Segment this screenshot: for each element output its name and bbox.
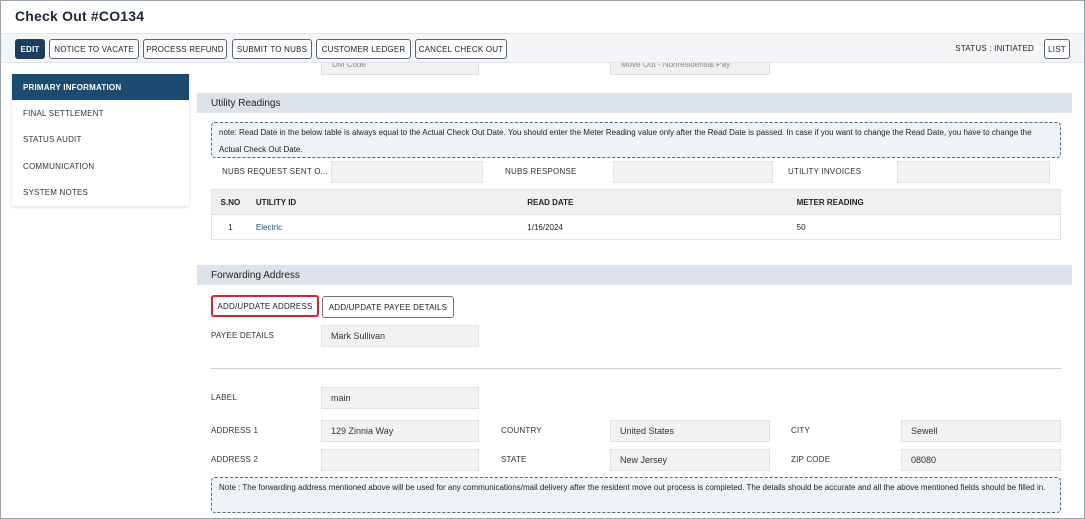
cut-off-field-left[interactable]: DM Code [321, 63, 479, 75]
table-header-row: S.NO UTILITY ID READ DATE METER READING [212, 190, 1060, 214]
add-update-address-button[interactable]: ADD/UPDATE ADDRESS [211, 295, 319, 317]
cell-utility-id[interactable]: Electric [249, 223, 520, 232]
sidebar-item-primary-information[interactable]: PRIMARY INFORMATION [12, 74, 189, 101]
state-label: STATE [501, 455, 527, 464]
nubs-response-field[interactable] [613, 161, 773, 183]
utility-invoices-field[interactable] [897, 161, 1050, 183]
payee-details-label: PAYEE DETAILS [211, 331, 275, 340]
add-update-payee-details-button[interactable]: ADD/UPDATE PAYEE DETAILS [322, 296, 454, 318]
city-field[interactable]: Sewell [901, 420, 1061, 442]
sidebar-item-final-settlement[interactable]: FINAL SETTLEMENT [12, 100, 189, 126]
city-label: CITY [791, 426, 811, 435]
address-1-field[interactable]: 129 Zinnia Way [321, 420, 479, 442]
nubs-request-label: NUBS REQUEST SENT O... [222, 167, 328, 176]
page-title: Check Out #CO134 [15, 8, 145, 24]
nubs-request-field[interactable] [331, 161, 483, 183]
cut-off-field-left-value: DM Code [332, 63, 366, 69]
table-row: 1 Electric 1/16/2024 50 [212, 214, 1060, 239]
utility-readings-heading: Utility Readings [197, 93, 1072, 113]
list-button[interactable]: LIST [1044, 39, 1070, 59]
cell-sno: 1 [228, 222, 233, 232]
app-frame: Check Out #CO134 EDIT NOTICE TO VACATE P… [0, 0, 1085, 519]
address-1-label: ADDRESS 1 [211, 426, 259, 435]
utility-table: S.NO UTILITY ID READ DATE METER READING … [211, 189, 1061, 240]
forwarding-note: Note : The forwarding address mentioned … [211, 477, 1061, 513]
utility-invoices-label: UTILITY INVOICES [788, 167, 862, 176]
utility-note: note: Read Date in the below table is al… [211, 122, 1061, 158]
zip-code-field[interactable]: 08080 [901, 449, 1061, 471]
sidebar-item-status-audit[interactable]: STATUS AUDIT [12, 127, 189, 153]
country-field[interactable]: United States [610, 420, 770, 442]
cut-off-field-right-value: Move Out - Nonresidential Pay [621, 63, 730, 69]
notice-to-vacate-button[interactable]: NOTICE TO VACATE [49, 39, 139, 59]
country-label: COUNTRY [501, 426, 542, 435]
main-content: DM Code Move Out - Nonresidential Pay Ut… [197, 63, 1072, 518]
header-meter-reading: METER READING [796, 197, 864, 207]
state-field[interactable]: New Jersey [610, 449, 770, 471]
status-label: STATUS : INITIATED [955, 44, 1034, 53]
edit-button[interactable]: EDIT [15, 39, 45, 59]
cancel-check-out-button[interactable]: CANCEL CHECK OUT [415, 39, 507, 59]
sidebar-item-communication[interactable]: COMMUNICATION [12, 153, 189, 179]
cell-read-date: 1/16/2024 [527, 222, 563, 232]
cut-off-field-right[interactable]: Move Out - Nonresidential Pay [610, 63, 770, 75]
process-refund-button[interactable]: PROCESS REFUND [143, 39, 227, 59]
label-field[interactable]: main [321, 387, 479, 409]
address-2-label: ADDRESS 2 [211, 455, 259, 464]
sidebar: PRIMARY INFORMATION FINAL SETTLEMENT STA… [12, 74, 189, 206]
forwarding-address-heading: Forwarding Address [197, 265, 1072, 285]
label-label: LABEL [211, 393, 237, 402]
header-sno: S.NO [220, 197, 241, 207]
sidebar-item-system-notes[interactable]: SYSTEM NOTES [12, 180, 189, 206]
nubs-response-label: NUBS RESPONSE [505, 167, 577, 176]
header-utility-id: UTILITY ID [255, 197, 297, 207]
zip-code-label: ZIP CODE [791, 455, 831, 464]
customer-ledger-button[interactable]: CUSTOMER LEDGER [316, 39, 411, 59]
toolbar: EDIT NOTICE TO VACATE PROCESS REFUND SUB… [1, 33, 1084, 63]
submit-to-nubs-button[interactable]: SUBMIT TO NUBS [232, 39, 312, 59]
address-2-field[interactable] [321, 449, 479, 471]
header-read-date: READ DATE [527, 197, 574, 207]
cell-meter-reading: 50 [796, 222, 806, 232]
payee-details-field[interactable]: Mark Sullivan [321, 325, 479, 347]
divider [211, 368, 1061, 369]
